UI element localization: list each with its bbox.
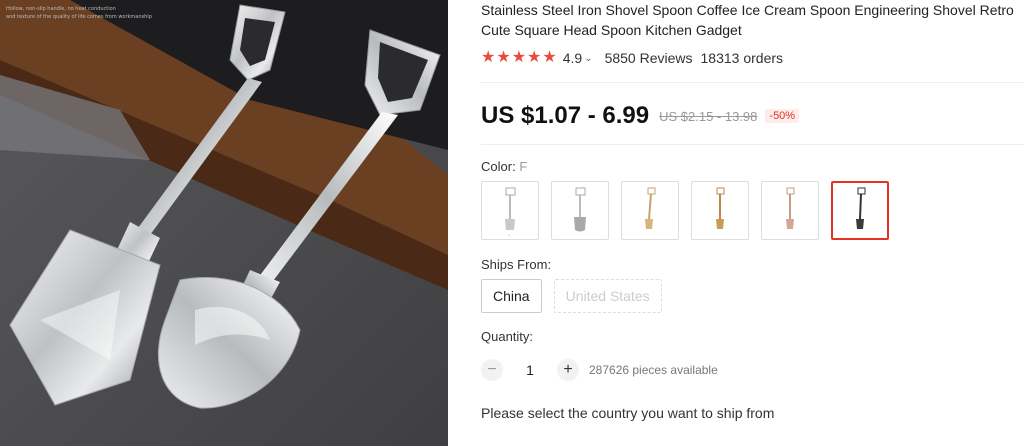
divider xyxy=(481,82,1024,83)
quantity-stepper: − 1 + 287626 pieces available xyxy=(481,359,718,381)
available-pieces: 287626 pieces available xyxy=(589,363,718,377)
divider xyxy=(481,144,1024,145)
quantity-input[interactable]: 1 xyxy=(503,362,557,378)
color-selected: F xyxy=(519,159,528,174)
svg-text:A: A xyxy=(508,233,511,237)
color-swatch-f[interactable] xyxy=(831,181,889,240)
decrease-quantity-button[interactable]: − xyxy=(481,359,503,381)
ship-country-message: Please select the country you want to sh… xyxy=(481,405,775,421)
star-icon: ★ xyxy=(481,49,496,66)
spoon-thumbnail-icon xyxy=(574,187,586,231)
spoon-thumbnail-icon xyxy=(856,187,866,229)
ships-from-label: Ships From: xyxy=(481,257,552,272)
product-details: Stainless Steel Iron Shovel Spoon Coffee… xyxy=(481,0,1024,446)
spoon-thumbnail-icon xyxy=(716,187,725,229)
quantity-label: Quantity: xyxy=(481,329,534,344)
svg-text:Hollow, non-slip handle, no he: Hollow, non-slip handle, no heat conduct… xyxy=(6,6,116,12)
rating-row: ★ ★ ★ ★ ★ 4.9 ⌄ 5850 Reviews 18313 order… xyxy=(481,48,783,68)
rating-stars: ★ ★ ★ ★ ★ xyxy=(481,50,557,66)
color-label-text: Color: xyxy=(481,159,516,174)
color-swatch-b[interactable] xyxy=(551,181,609,240)
color-swatches: A xyxy=(481,181,889,240)
ship-from-us-button[interactable]: United States xyxy=(553,279,662,313)
svg-text:and texture of the quality of: and texture of the quality of life comes… xyxy=(6,14,152,20)
rating-value[interactable]: 4.9 xyxy=(563,50,582,66)
chevron-down-icon[interactable]: ⌄ xyxy=(584,53,592,64)
star-icon: ★ xyxy=(496,49,511,66)
star-icon: ★ xyxy=(527,49,542,66)
spoon-thumbnail-icon xyxy=(786,187,795,229)
product-image[interactable]: Hollow, non-slip handle, no heat conduct… xyxy=(0,0,448,446)
color-swatch-c[interactable] xyxy=(621,181,679,240)
increase-quantity-button[interactable]: + xyxy=(557,359,579,381)
color-swatch-a[interactable]: A xyxy=(481,181,539,240)
ship-from-options: China United States xyxy=(481,279,662,313)
spoon-thumbnail-icon: A xyxy=(505,187,516,237)
discount-badge: -50% xyxy=(765,109,800,123)
spoon-thumbnail-icon xyxy=(645,187,656,229)
product-photo: Hollow, non-slip handle, no heat conduct… xyxy=(0,0,448,446)
color-label: Color: F xyxy=(481,159,527,174)
color-swatch-e[interactable] xyxy=(761,181,819,240)
orders-count: 18313 orders xyxy=(700,50,784,66)
current-price: US $1.07 - 6.99 xyxy=(481,102,650,129)
price-row: US $1.07 - 6.99 US $2.15 - 13.98 -50% xyxy=(481,102,800,130)
reviews-link[interactable]: 5850 Reviews xyxy=(605,50,693,66)
original-price: US $2.15 - 13.98 xyxy=(659,108,758,124)
star-icon: ★ xyxy=(511,49,527,66)
color-swatch-d[interactable] xyxy=(691,181,749,240)
star-icon: ★ xyxy=(542,49,557,66)
product-title: Stainless Steel Iron Shovel Spoon Coffee… xyxy=(481,2,1014,38)
ship-from-china-button[interactable]: China xyxy=(481,279,542,313)
